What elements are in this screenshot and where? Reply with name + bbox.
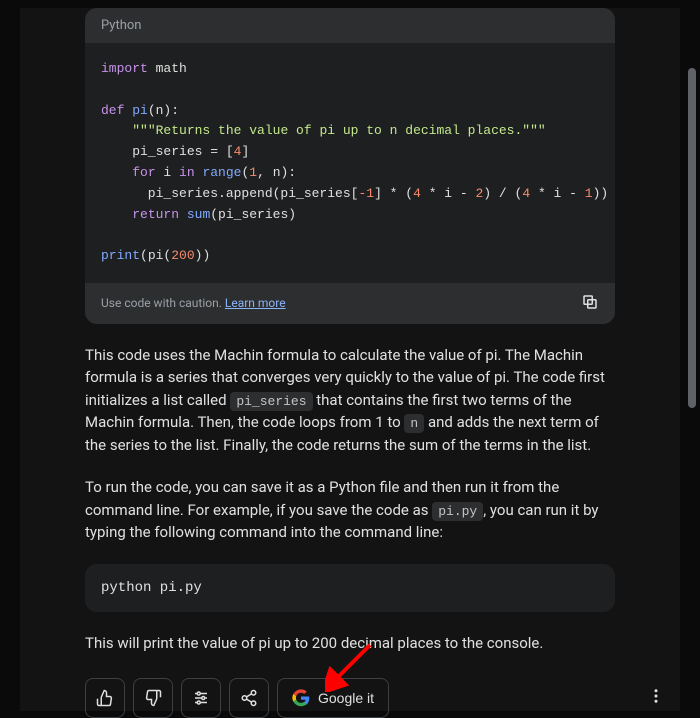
copy-icon[interactable]	[581, 293, 599, 314]
google-logo-icon	[292, 689, 310, 707]
learn-more-link[interactable]: Learn more	[225, 296, 286, 310]
command-block: python pi.py	[85, 564, 615, 612]
google-it-button[interactable]: Google it	[277, 678, 389, 718]
thumbs-up-icon	[96, 689, 114, 707]
inline-code: pi.py	[432, 502, 483, 521]
thumbs-down-button[interactable]	[133, 678, 173, 718]
share-icon	[240, 689, 258, 707]
scrollbar[interactable]	[688, 68, 696, 408]
code-caution-text: Use code with caution.	[101, 296, 225, 310]
inline-code: n	[404, 414, 424, 433]
tune-icon	[192, 689, 210, 707]
code-language-label: Python	[85, 8, 615, 43]
code-body: import math def pi(n): """Returns the va…	[85, 43, 615, 283]
thumbs-up-button[interactable]	[85, 678, 125, 718]
thumbs-down-icon	[144, 689, 162, 707]
code-footer: Use code with caution. Learn more	[85, 283, 615, 324]
tune-button[interactable]	[181, 678, 221, 718]
explanation-paragraph-3: This will print the value of pi up to 20…	[85, 632, 615, 655]
more-button[interactable]	[647, 687, 665, 709]
explanation-paragraph-1: This code uses the Machin formula to cal…	[85, 344, 615, 457]
share-button[interactable]	[229, 678, 269, 718]
inline-code: pi_series	[230, 392, 312, 411]
google-it-label: Google it	[318, 690, 374, 706]
explanation-paragraph-2: To run the code, you can save it as a Py…	[85, 476, 615, 544]
code-block: Python import math def pi(n): """Returns…	[85, 8, 615, 324]
actions-row: Google it	[85, 678, 615, 718]
